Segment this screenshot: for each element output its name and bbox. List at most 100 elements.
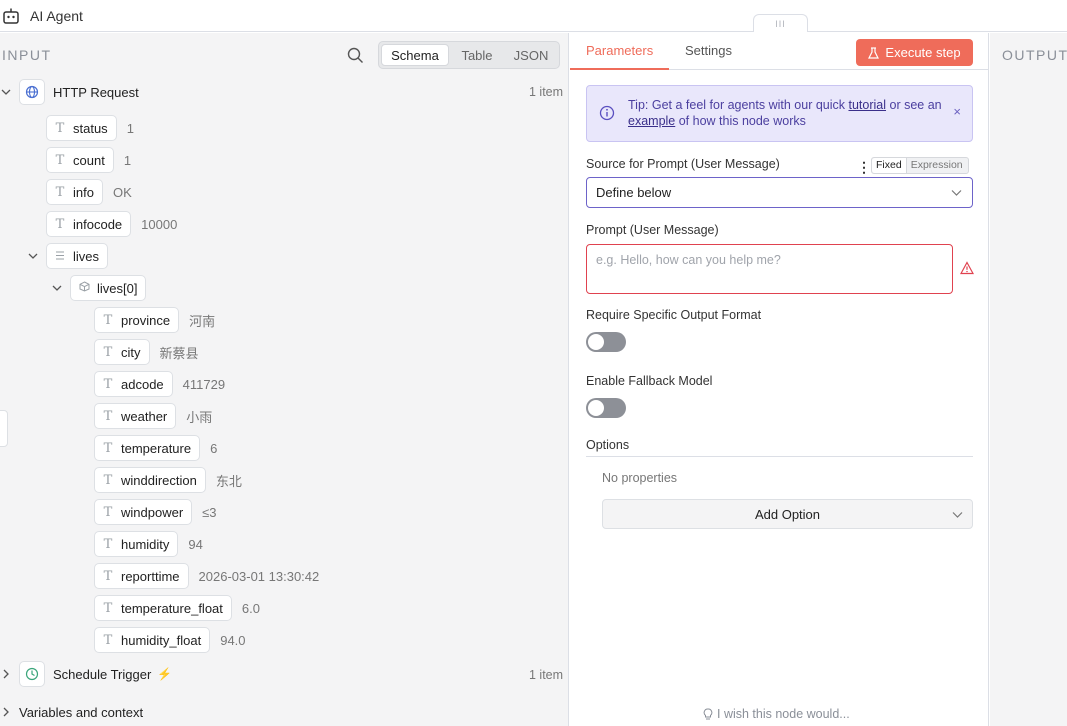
options-label: Options bbox=[586, 438, 630, 452]
field-pill[interactable]: Tcity bbox=[94, 339, 150, 365]
require-format-label: Require Specific Output Format bbox=[586, 308, 762, 322]
robot-icon bbox=[3, 8, 19, 24]
field-pill[interactable]: Tweather bbox=[94, 403, 177, 429]
field-value: 1 bbox=[123, 152, 132, 168]
tip-text-prefix: Tip: Get a feel for agents with our quic… bbox=[628, 98, 849, 112]
field-pill[interactable]: Tstatus bbox=[46, 115, 117, 141]
tab-settings[interactable]: Settings bbox=[685, 43, 732, 58]
tutorial-link[interactable]: tutorial bbox=[848, 98, 886, 112]
http-request-count: 1 item bbox=[529, 85, 564, 99]
field-value: 1 bbox=[126, 120, 134, 136]
variables-context-row[interactable]: Variables and context bbox=[1, 699, 143, 725]
chevron-down-icon bbox=[952, 512, 963, 518]
add-option-button[interactable]: Add Option bbox=[602, 499, 973, 529]
tab-parameters[interactable]: Parameters bbox=[586, 43, 653, 58]
fallback-model-label: Enable Fallback Model bbox=[586, 374, 713, 388]
field-value: 94 bbox=[188, 536, 203, 552]
globe-icon bbox=[19, 79, 45, 105]
info-icon bbox=[599, 105, 615, 121]
field-pill[interactable]: Ttemperature_float bbox=[94, 595, 232, 621]
field-pill[interactable]: lives bbox=[46, 243, 109, 269]
field-row: Tadcode 411729 bbox=[94, 371, 225, 397]
http-request-name: HTTP Request bbox=[53, 84, 139, 100]
field-pill[interactable]: Tprovince bbox=[94, 307, 180, 333]
field-pill[interactable]: Tinfo bbox=[46, 179, 103, 205]
view-switcher: Schema Table JSON bbox=[378, 41, 560, 69]
output-panel-label: OUTPUT bbox=[1002, 47, 1067, 63]
field-pill[interactable]: Tcount bbox=[46, 147, 114, 173]
field-row: Tinfocode 10000 bbox=[46, 211, 177, 237]
field-key: status bbox=[73, 120, 108, 136]
field-row: Tcity 新蔡县 bbox=[94, 339, 199, 365]
execute-step-button[interactable]: Execute step bbox=[856, 39, 973, 66]
expression-option[interactable]: Expression bbox=[907, 158, 967, 173]
tip-text: Tip: Get a feel for agents with our quic… bbox=[628, 97, 948, 129]
fallback-model-toggle[interactable] bbox=[586, 398, 626, 418]
text-type-icon: T bbox=[103, 376, 113, 392]
text-type-icon: T bbox=[55, 216, 65, 232]
field-pill[interactable]: Twindpower bbox=[94, 499, 193, 525]
require-format-toggle[interactable] bbox=[586, 332, 626, 352]
text-type-icon: T bbox=[103, 344, 113, 360]
warning-icon bbox=[960, 261, 974, 275]
field-row: Tprovince 河南 bbox=[94, 307, 215, 333]
field-pill[interactable]: Thumidity_float bbox=[94, 627, 211, 653]
field-value: 10000 bbox=[141, 216, 178, 232]
http-request-node[interactable]: HTTP Request bbox=[1, 79, 139, 105]
input-panel-label: INPUT bbox=[2, 47, 52, 63]
field-key: windpower bbox=[121, 504, 184, 520]
chevron-down-icon[interactable] bbox=[1, 87, 11, 97]
lives-item-row[interactable]: lives[0] bbox=[52, 275, 147, 301]
text-type-icon: T bbox=[103, 536, 113, 552]
field-key: lives bbox=[73, 248, 100, 264]
view-table-button[interactable]: Table bbox=[449, 44, 505, 66]
text-type-icon: T bbox=[103, 504, 113, 520]
field-value: 2026-03-01 13:30:42 bbox=[198, 568, 320, 584]
field-row: Tweather 小雨 bbox=[94, 403, 212, 429]
field-key: temperature_float bbox=[121, 600, 223, 616]
field-value: 6 bbox=[210, 440, 218, 456]
field-key: count bbox=[73, 152, 105, 168]
field-row: Ttemperature 6 bbox=[94, 435, 217, 461]
field-value: 小雨 bbox=[186, 409, 213, 425]
field-row: Ttemperature_float 6.0 bbox=[94, 595, 260, 621]
fixed-expression-toggle[interactable]: Fixed Expression bbox=[871, 157, 969, 174]
more-options-icon[interactable]: ⋮ bbox=[857, 159, 871, 176]
field-pill[interactable]: Tadcode bbox=[94, 371, 173, 397]
prompt-textarea[interactable]: e.g. Hello, how can you help me? bbox=[586, 244, 953, 294]
chevron-right-icon[interactable] bbox=[1, 707, 11, 717]
source-prompt-select[interactable]: Define below bbox=[586, 177, 973, 208]
view-schema-button[interactable]: Schema bbox=[381, 44, 449, 66]
chevron-right-icon[interactable] bbox=[1, 669, 11, 679]
chevron-down-icon[interactable] bbox=[28, 251, 38, 261]
collapse-handle[interactable] bbox=[0, 410, 8, 447]
panel-drag-handle[interactable]: III bbox=[753, 14, 808, 32]
field-pill[interactable]: Thumidity bbox=[94, 531, 179, 557]
divider bbox=[586, 456, 973, 457]
schedule-trigger-count: 1 item bbox=[529, 668, 564, 682]
close-icon[interactable]: × bbox=[953, 104, 961, 119]
search-icon[interactable] bbox=[347, 47, 364, 64]
field-pill[interactable]: Tinfocode bbox=[46, 211, 132, 237]
field-row: Thumidity 94 bbox=[94, 531, 203, 557]
field-pill[interactable]: Twinddirection bbox=[94, 467, 206, 493]
field-key: winddirection bbox=[121, 472, 197, 488]
field-pill[interactable]: Ttemperature bbox=[94, 435, 201, 461]
text-type-icon: T bbox=[103, 632, 113, 648]
field-key: lives[0] bbox=[97, 280, 138, 296]
text-type-icon: T bbox=[103, 408, 113, 424]
field-pill[interactable]: lives[0] bbox=[70, 275, 147, 301]
fixed-option[interactable]: Fixed bbox=[872, 158, 907, 173]
chevron-down-icon[interactable] bbox=[52, 283, 62, 293]
text-type-icon: T bbox=[103, 600, 113, 616]
params-tabs: Parameters Settings Execute step bbox=[570, 33, 989, 70]
schedule-trigger-node[interactable]: Schedule Trigger ⚡ bbox=[1, 661, 172, 687]
feedback-link[interactable]: I wish this node would... bbox=[703, 707, 850, 721]
example-link[interactable]: example bbox=[628, 114, 675, 128]
lives-array-row[interactable]: lives bbox=[28, 243, 109, 269]
field-pill[interactable]: Treporttime bbox=[94, 563, 189, 589]
field-row: Twinddirection 东北 bbox=[94, 467, 242, 493]
field-value: 94.0 bbox=[220, 632, 246, 648]
view-json-button[interactable]: JSON bbox=[505, 44, 557, 66]
text-type-icon: T bbox=[55, 184, 65, 200]
